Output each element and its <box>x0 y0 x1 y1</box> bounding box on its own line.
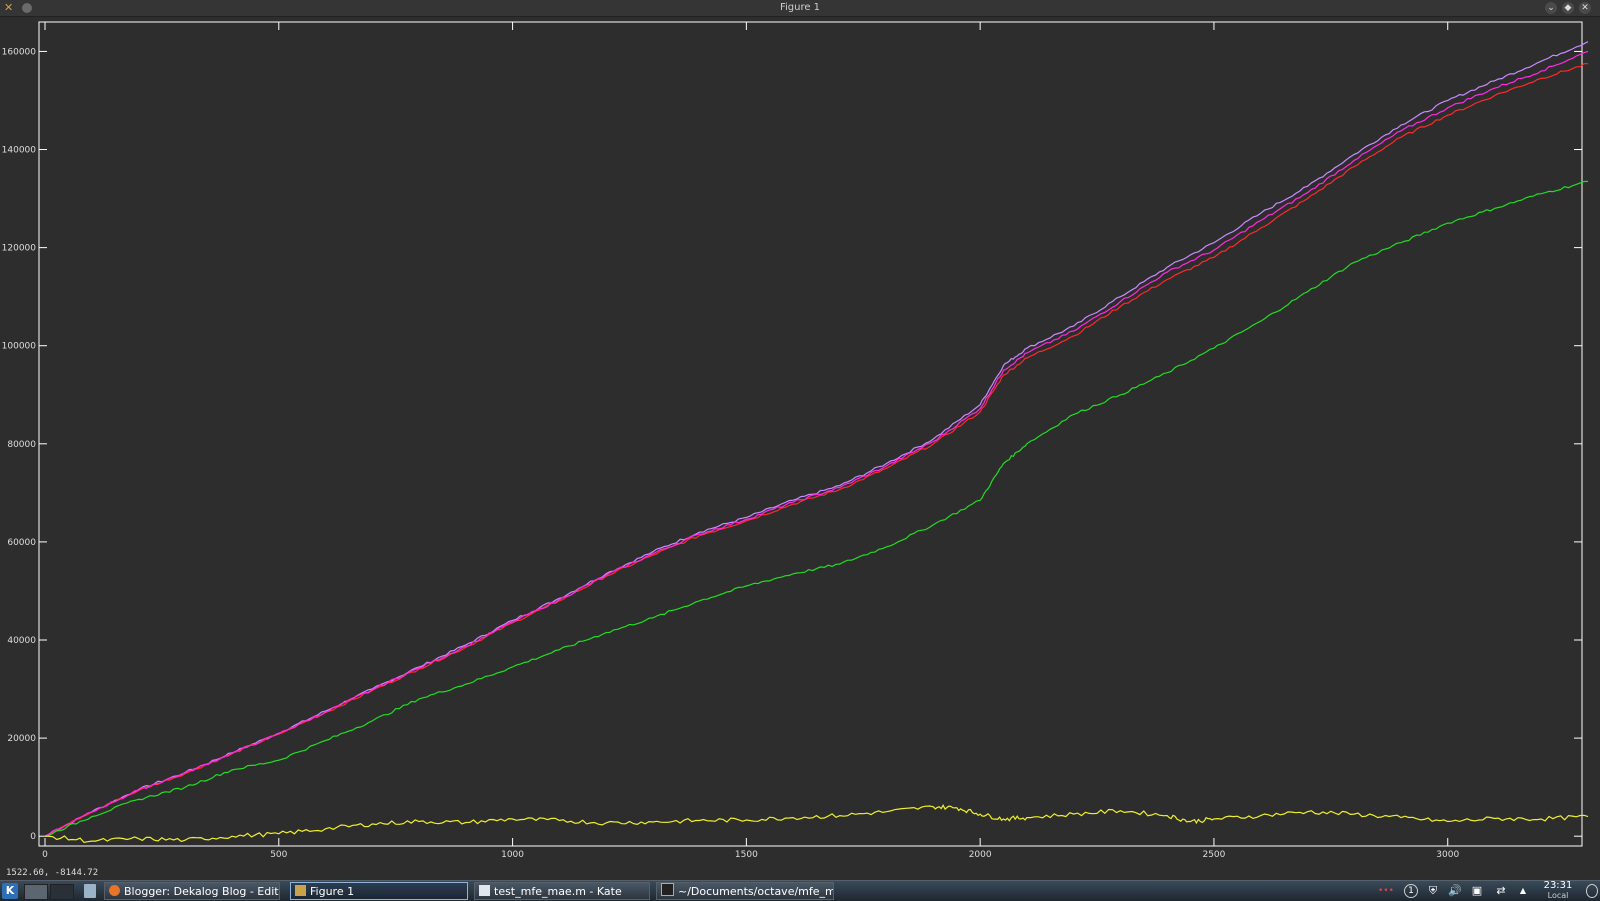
desktop-pager-1[interactable] <box>24 884 48 900</box>
x-tick-label: 1000 <box>501 850 524 860</box>
close-button[interactable]: ✕ <box>1579 2 1591 14</box>
task-figure[interactable]: Figure 1 <box>290 882 468 900</box>
tray-shield-icon[interactable]: ⛨ <box>1426 884 1440 898</box>
series-line-4 <box>44 804 1589 844</box>
task-kate[interactable]: test_mfe_mae.m - Kate <box>474 882 650 900</box>
power-icon[interactable] <box>1586 884 1598 898</box>
y-tick-label: 140000 <box>2 146 37 156</box>
x-axis-ticks: 0 500 1000 1500 2000 2500 3000 <box>42 22 1459 860</box>
task-terminal[interactable]: ~/Documents/octave/mfe_ma <box>656 882 834 900</box>
y-tick-label: 80000 <box>7 440 36 450</box>
figure-plot[interactable]: 0 500 1000 1500 2000 2500 3000 0 20000 40000 6000… <box>0 17 1600 867</box>
plot-series <box>44 41 1589 844</box>
y-tick-label: 20000 <box>7 734 36 744</box>
window-title: Figure 1 <box>779 2 821 13</box>
window-titlebar: ✕ Figure 1 ⌄ ◆ ✕ <box>0 0 1600 17</box>
y-tick-label: 100000 <box>2 342 37 352</box>
terminal-icon <box>661 883 674 896</box>
cursor-coordinates: 1522.60, -8144.72 <box>6 868 99 878</box>
firefox-icon <box>109 885 120 896</box>
y-tick-label: 40000 <box>7 636 36 646</box>
kde-menu-icon[interactable]: K <box>2 883 18 899</box>
plot-axes <box>38 21 1583 847</box>
clipboard-icon[interactable]: ▣ <box>1470 884 1484 898</box>
network-icon[interactable]: ⇄ <box>1494 884 1508 898</box>
series-line-2 <box>44 50 1589 837</box>
x-tick-label: 0 <box>42 850 48 860</box>
minimize-button[interactable]: ⌄ <box>1545 2 1557 14</box>
series-line-3 <box>44 180 1589 837</box>
y-tick-label: 60000 <box>7 538 36 548</box>
x-tick-label: 1500 <box>735 850 758 860</box>
task-label: test_mfe_mae.m - Kate <box>494 885 622 898</box>
y-tick-label: 120000 <box>2 244 37 254</box>
clock-time: 23:31 <box>1543 880 1573 891</box>
tray-info-icon[interactable]: 1 <box>1404 884 1418 898</box>
series-line-1 <box>44 63 1588 837</box>
axes-frame <box>38 21 1583 847</box>
task-label: Blogger: Dekalog Blog - Edit p <box>124 885 280 898</box>
task-blogger[interactable]: Blogger: Dekalog Blog - Edit p <box>104 882 280 900</box>
taskbar: K Blogger: Dekalog Blog - Edit p Figure … <box>0 880 1600 901</box>
kate-icon <box>479 885 490 896</box>
series-line-0 <box>44 41 1589 837</box>
x-tick-label: 2500 <box>1202 850 1225 860</box>
desktop-pager-2[interactable] <box>50 884 74 900</box>
tray-dots-icon[interactable]: ••• <box>1378 884 1394 898</box>
volume-icon[interactable]: 🔊 <box>1448 884 1462 898</box>
maximize-button[interactable]: ◆ <box>1562 2 1574 14</box>
calculator-icon[interactable] <box>84 884 96 898</box>
task-label: ~/Documents/octave/mfe_ma <box>678 885 834 898</box>
x-tick-label: 2000 <box>969 850 992 860</box>
octave-figure-icon <box>295 885 306 896</box>
y-tick-label: 0 <box>30 832 36 842</box>
x-tick-label: 500 <box>270 850 287 860</box>
clock[interactable]: 23:31 Local <box>1538 881 1578 901</box>
y-tick-label: 160000 <box>2 47 37 57</box>
x-tick-label: 3000 <box>1436 850 1459 860</box>
task-label: Figure 1 <box>310 885 355 898</box>
tray-expand-icon[interactable]: ▲ <box>1516 884 1530 898</box>
y-axis-ticks: 0 20000 40000 60000 80000 100000 120000 140000 1… <box>2 47 1582 842</box>
